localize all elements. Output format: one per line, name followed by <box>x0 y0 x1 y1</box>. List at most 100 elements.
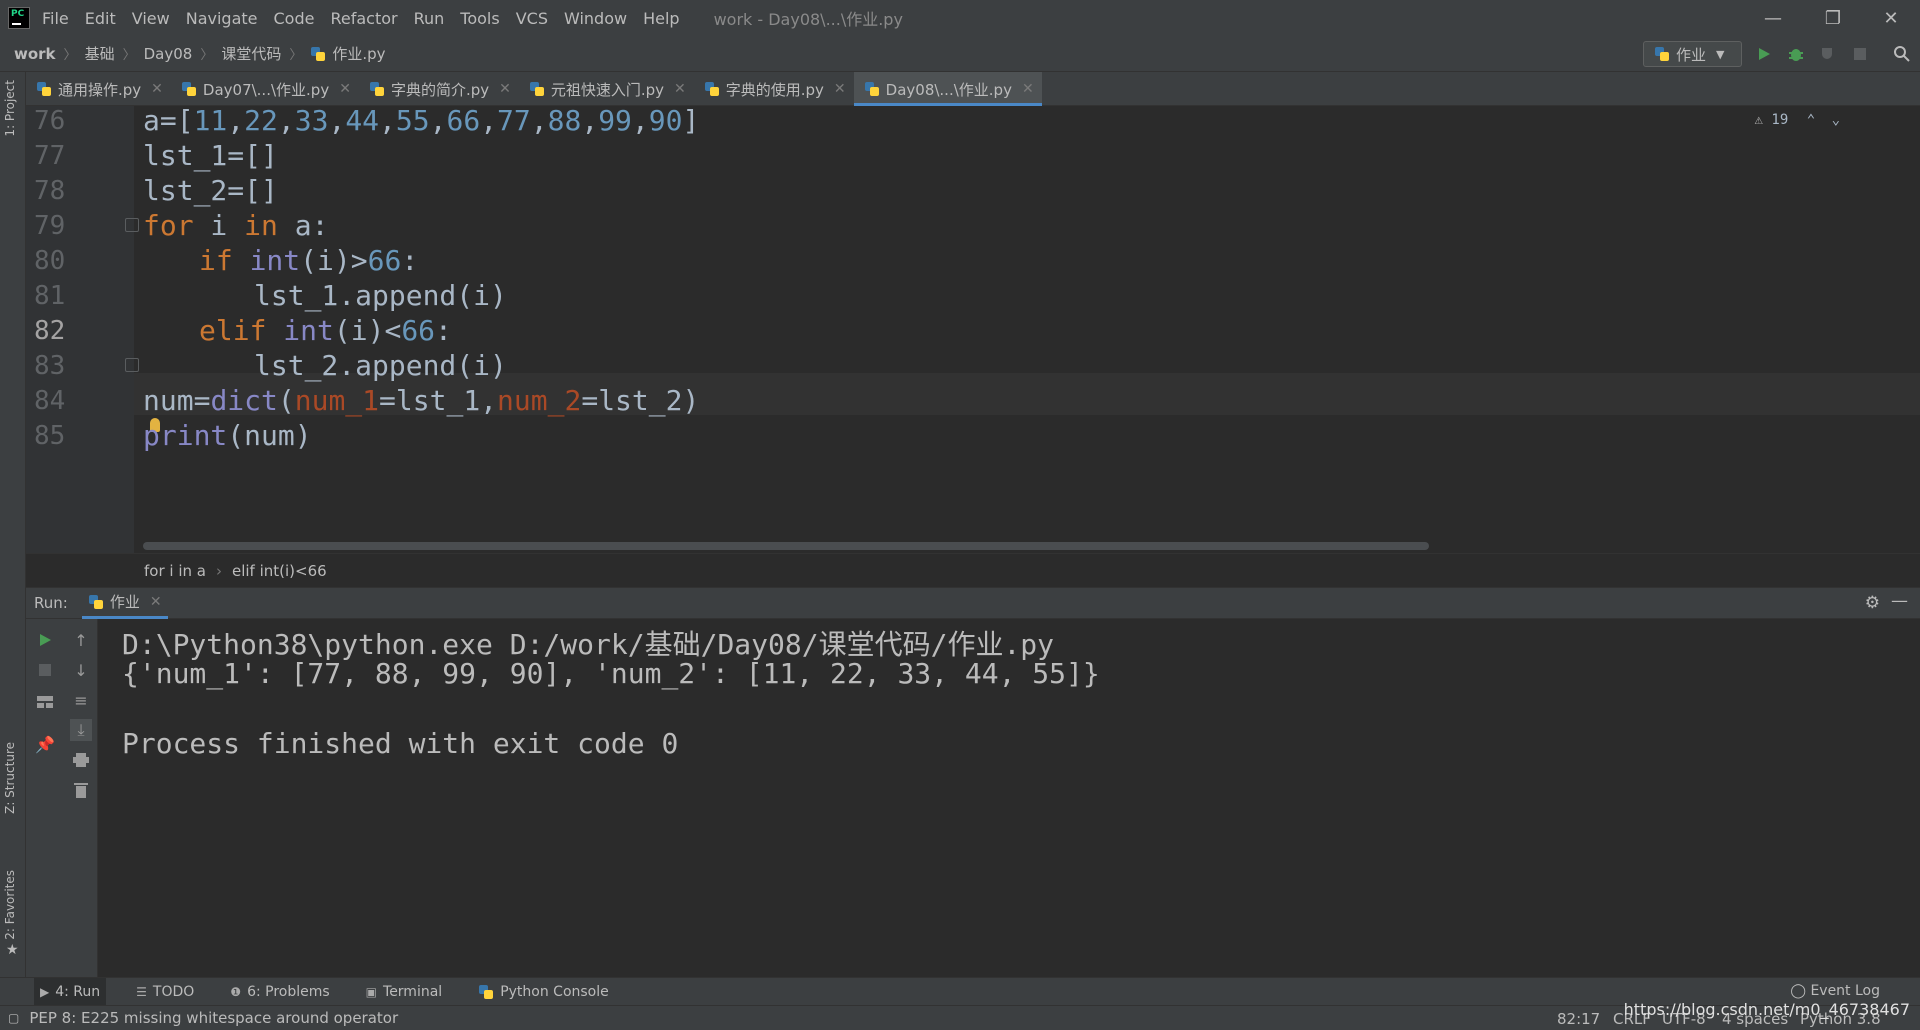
run-toolbar: 📌 ↑ ↓ ≡ ⤓ <box>26 619 98 977</box>
event-log-button[interactable]: ◯ Event Log <box>1790 983 1880 999</box>
close-button[interactable]: ✕ <box>1862 0 1920 36</box>
editor-tab[interactable]: 通用操作.py ✕ <box>26 72 171 106</box>
favorites-tool-tab[interactable]: 2: Favorites <box>3 870 17 940</box>
status-message[interactable]: PEP 8: E225 missing whitespace around op… <box>29 1009 398 1027</box>
code-number: 90 <box>648 106 683 137</box>
scroll-down-button[interactable]: ↓ <box>70 659 92 681</box>
stop-button[interactable] <box>1848 42 1872 66</box>
breadcrumb-item[interactable]: elif int(i)<66 <box>232 562 327 580</box>
minimize-panel-icon[interactable]: — <box>1891 591 1908 611</box>
tab-label: 4: Run <box>55 983 101 1000</box>
horizontal-scrollbar[interactable] <box>143 542 1429 550</box>
menu-view[interactable]: View <box>132 9 170 28</box>
menu-edit[interactable]: Edit <box>85 9 116 28</box>
menu-vcs[interactable]: VCS <box>516 9 548 28</box>
breadcrumb-folder[interactable]: 基础 <box>85 43 115 64</box>
editor-tab[interactable]: Day07\...\作业.py ✕ <box>171 72 359 106</box>
tab-python-console[interactable]: Python Console <box>472 978 615 1006</box>
console-line: Process finished with exit code 0 <box>122 727 679 760</box>
event-log-icon: ◯ <box>1790 983 1806 999</box>
menu-window[interactable]: Window <box>564 9 627 28</box>
fold-marker-icon[interactable] <box>125 218 139 232</box>
menu-refactor[interactable]: Refactor <box>330 9 397 28</box>
tab-run[interactable]: ▶ 4: Run <box>34 977 107 1006</box>
minimize-button[interactable]: — <box>1744 0 1802 36</box>
tab-label: Day07\...\作业.py <box>202 80 330 99</box>
editor-tab[interactable]: 字典的简介.py ✕ <box>359 72 519 106</box>
breadcrumb-project[interactable]: work <box>14 45 56 63</box>
breadcrumb-folder[interactable]: 课堂代码 <box>221 43 281 64</box>
code-builtin: int <box>249 244 301 277</box>
editor-tab-active[interactable]: Day08\...\作业.py ✕ <box>853 72 1042 106</box>
pin-button[interactable]: 📌 <box>34 733 56 755</box>
run-tab[interactable]: 作业 ✕ <box>81 587 168 619</box>
close-icon[interactable]: ✕ <box>499 81 511 97</box>
run-console-output[interactable]: D:\Python38\python.exe D:/work/基础/Day08/… <box>98 619 1920 977</box>
warning-count: 19 <box>1771 112 1789 128</box>
menu-tools[interactable]: Tools <box>460 9 499 28</box>
close-icon[interactable]: ✕ <box>834 81 846 97</box>
coverage-button[interactable] <box>1816 42 1840 66</box>
tab-label: 字典的简介.py <box>390 80 490 99</box>
clear-all-button[interactable] <box>70 779 92 801</box>
tab-label: Python Console <box>500 983 609 1000</box>
breadcrumb-separator: 〉 <box>122 48 136 63</box>
panel-toggle-icon[interactable]: ▢ <box>8 1011 19 1025</box>
rerun-button[interactable] <box>34 629 56 651</box>
python-file-icon <box>36 81 52 97</box>
print-button[interactable] <box>70 749 92 771</box>
search-everywhere-button[interactable] <box>1890 42 1914 66</box>
menu-file[interactable]: File <box>42 9 69 28</box>
run-label: Run: <box>34 594 68 612</box>
chevron-down-icon[interactable]: ⌄ <box>1832 112 1840 128</box>
close-icon[interactable]: ✕ <box>151 81 163 97</box>
tab-label: TODO <box>152 983 195 1000</box>
python-file-icon <box>369 81 385 97</box>
chevron-up-icon[interactable]: ⌃ <box>1807 112 1815 128</box>
breadcrumb-folder[interactable]: Day08 <box>144 45 193 63</box>
stop-icon <box>39 664 51 676</box>
soft-wrap-button[interactable]: ≡ <box>70 689 92 711</box>
caret-position[interactable]: 82:17 <box>1557 1010 1600 1028</box>
debug-button[interactable] <box>1784 42 1808 66</box>
menu-navigate[interactable]: Navigate <box>186 9 258 28</box>
tab-problems[interactable]: ❶ 6: Problems <box>224 978 335 1006</box>
run-button[interactable] <box>1752 42 1776 66</box>
scroll-up-button[interactable]: ↑ <box>70 629 92 651</box>
tab-todo[interactable]: ☰ TODO <box>130 978 200 1006</box>
code-editor[interactable]: 76 77 78 79 80 81 82 83 84 85 a=[11,22,3… <box>26 106 1920 553</box>
editor-tab[interactable]: 元祖快速入门.py ✕ <box>519 72 694 106</box>
structure-tool-tab[interactable]: Z: Structure <box>3 742 17 814</box>
close-icon[interactable]: ✕ <box>674 81 686 97</box>
breadcrumb-item[interactable]: for i in a <box>144 562 206 580</box>
project-tool-tab[interactable]: 1: Project <box>3 80 17 137</box>
code-line: print(num) <box>143 415 312 457</box>
gear-icon[interactable]: ⚙ <box>1865 593 1880 613</box>
editor-tab[interactable]: 字典的使用.py ✕ <box>694 72 854 106</box>
close-icon[interactable]: ✕ <box>1022 81 1034 97</box>
restore-button[interactable]: ❐ <box>1804 0 1862 36</box>
code-number: 66 <box>401 314 436 347</box>
run-configuration-select[interactable]: 作业 ▼ <box>1643 41 1742 67</box>
menu-run[interactable]: Run <box>414 9 445 28</box>
tab-terminal[interactable]: ▣ Terminal <box>360 978 449 1006</box>
navigation-bar: work 〉 基础 〉 Day08 〉 课堂代码 〉 作业.py 作业 ▼ <box>0 36 1920 72</box>
close-icon[interactable]: ✕ <box>339 81 351 97</box>
menu-code[interactable]: Code <box>274 9 315 28</box>
warning-indicator[interactable]: ⚠ 19 ⌃ ⌄ <box>1755 112 1840 128</box>
terminal-icon: ▣ <box>365 984 378 999</box>
breadcrumb-file[interactable]: 作业.py <box>332 43 385 64</box>
code-number: 33 <box>294 106 329 137</box>
code-number: 66 <box>367 244 402 277</box>
fold-marker-icon[interactable] <box>125 358 139 372</box>
layout-icon <box>37 696 53 708</box>
stop-button[interactable] <box>34 659 56 681</box>
window-title: work - Day08\...\作业.py <box>713 10 903 29</box>
close-icon[interactable]: ✕ <box>150 594 162 610</box>
tab-label: Day08\...\作业.py <box>885 80 1012 99</box>
restore-layout-button[interactable] <box>34 691 56 713</box>
event-log-label: Event Log <box>1810 983 1880 999</box>
menu-help[interactable]: Help <box>643 9 679 28</box>
breadcrumb-separator: 〉 <box>63 48 77 63</box>
scroll-to-end-button[interactable]: ⤓ <box>70 719 92 741</box>
